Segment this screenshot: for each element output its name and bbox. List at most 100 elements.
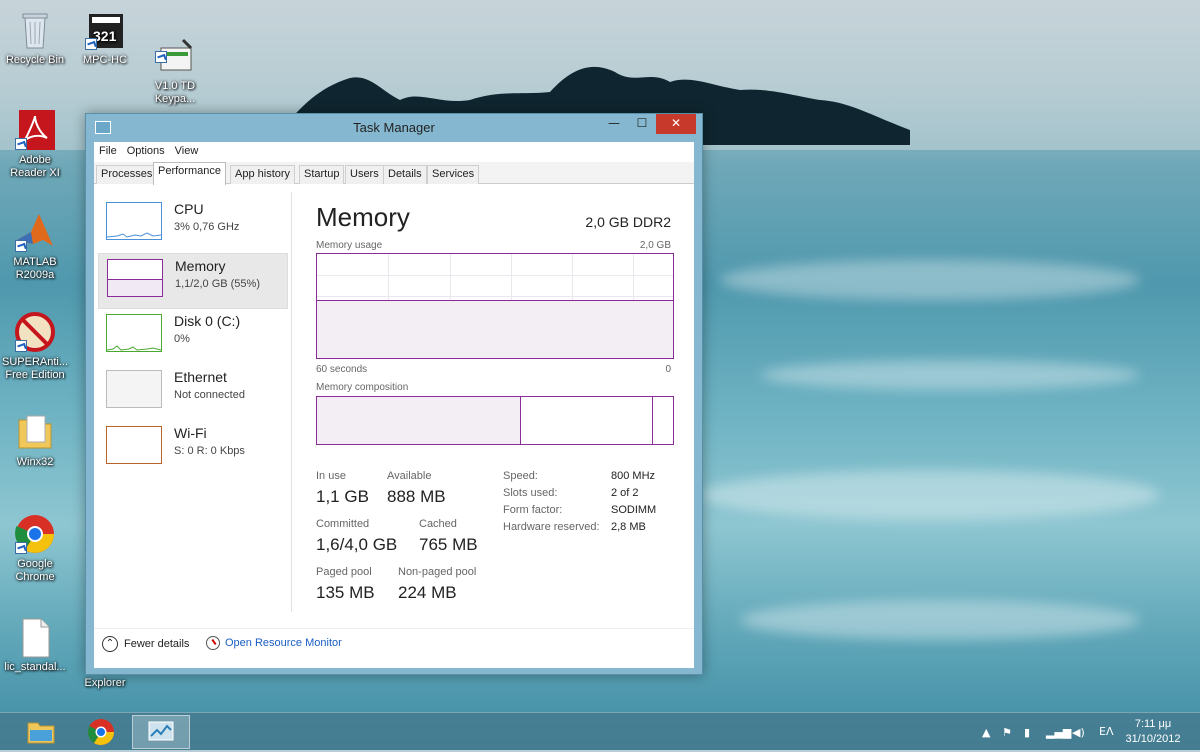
menu-options[interactable]: Options — [122, 142, 170, 157]
hardware-reserved-label: Hardware reserved: — [503, 521, 600, 533]
form-factor-label: Form factor: — [503, 504, 563, 516]
resource-monitor-icon — [206, 636, 220, 650]
desktop-icon-keypad[interactable]: V1.0 TD Keypa... — [140, 8, 210, 119]
desktop-icon-lic-standalone[interactable]: lic_standal... — [0, 615, 70, 674]
resource-subtitle: Not connected — [174, 389, 245, 401]
speed-label: Speed: — [503, 470, 538, 482]
desktop-icon-label: MPC-HC — [83, 54, 127, 66]
chrome-icon — [13, 512, 57, 556]
wallpaper-streak — [740, 600, 1140, 640]
slots-used-value: 2 of 2 — [611, 487, 639, 499]
memory-spec: 2,0 GB DDR2 — [585, 214, 671, 230]
taskbar-task-manager[interactable] — [132, 715, 190, 749]
tab-startup[interactable]: Startup — [299, 165, 345, 184]
composition-in-use — [317, 397, 521, 444]
menu-file[interactable]: File — [94, 142, 122, 157]
memory-composition-label: Memory composition — [316, 382, 409, 393]
desktop-icon-mpc-hc[interactable]: 321 MPC-HC — [70, 8, 140, 67]
open-resource-monitor-link[interactable]: Open Resource Monitor — [206, 636, 342, 650]
resource-item-ethernet[interactable]: Ethernet Not connected — [98, 365, 288, 421]
open-resource-monitor-label: Open Resource Monitor — [225, 636, 342, 649]
resource-name: Ethernet — [174, 369, 227, 385]
desktop-icon-adobe-reader[interactable]: Adobe Reader XI — [0, 108, 70, 180]
graph-time-right: 0 — [665, 364, 671, 375]
disk-mini-graph — [106, 314, 162, 352]
tab-processes[interactable]: Processes — [96, 165, 158, 184]
tab-performance[interactable]: Performance — [153, 162, 226, 185]
network-signal-icon[interactable]: ▂▄▆ — [1046, 726, 1071, 739]
volume-icon[interactable]: ◀) — [1072, 726, 1085, 739]
desktop-icon-recycle-bin[interactable]: Recycle Bin — [0, 8, 70, 67]
maximize-button[interactable]: ☐ — [628, 114, 656, 134]
committed-label: Committed — [316, 518, 370, 530]
task-manager-icon — [148, 721, 174, 741]
cached-label: Cached — [419, 518, 457, 530]
clock-time: 7:11 μμ — [1134, 718, 1172, 730]
title-bar[interactable]: Task Manager — ☐ ✕ — [86, 114, 702, 142]
tab-services[interactable]: Services — [427, 165, 480, 184]
resource-item-memory[interactable]: Memory 1,1/2,0 GB (55%) — [98, 253, 288, 309]
folder-icon — [13, 410, 57, 454]
resource-subtitle: 0% — [174, 333, 190, 345]
resource-subtitle: S: 0 R: 0 Kbps — [174, 445, 245, 457]
minimize-button[interactable]: — — [600, 114, 628, 134]
memory-usage-max: 2,0 GB — [639, 240, 671, 251]
recycle-bin-icon — [13, 8, 57, 52]
memory-usage-label: Memory usage — [316, 240, 383, 251]
non-paged-pool-label: Non-paged pool — [398, 566, 477, 578]
fewer-details-button[interactable]: ⌃ Fewer details — [102, 636, 189, 652]
menu-view[interactable]: View — [170, 142, 204, 157]
taskbar-google-chrome[interactable] — [72, 715, 130, 749]
tab-users[interactable]: Users — [345, 165, 384, 184]
desktop-icon-google-chrome[interactable]: Google Chrome — [0, 512, 70, 584]
ethernet-mini-graph — [106, 370, 162, 408]
shortcut-arrow-icon — [15, 340, 27, 352]
composition-free — [653, 397, 673, 444]
available-label: Available — [387, 470, 432, 482]
battery-icon[interactable]: ▮ — [1024, 726, 1030, 739]
paged-pool-value: 135 MB — [316, 583, 375, 602]
memory-usage-graph — [316, 253, 674, 359]
show-hidden-icons-button[interactable]: ▲ — [982, 726, 990, 739]
committed-value: 1,6/4,0 GB — [316, 535, 398, 554]
resource-item-cpu[interactable]: CPU 3% 0,76 GHz — [98, 197, 288, 253]
tab-app-history[interactable]: App history — [230, 165, 296, 184]
shortcut-arrow-icon — [15, 240, 27, 252]
wallpaper-streak — [700, 470, 1160, 520]
resource-name: Memory — [175, 258, 226, 274]
memory-composition-bar — [316, 396, 674, 445]
page-title: Memory — [316, 202, 410, 232]
chevron-up-icon: ⌃ — [102, 636, 118, 652]
desktop-icon-label: V1.0 TD Keypa... — [154, 80, 196, 105]
non-paged-pool-value: 224 MB — [398, 583, 457, 602]
desktop-icon-winx32[interactable]: Winx32 — [0, 410, 70, 469]
desktop-icon-label: SUPERAnti... Free Edition — [1, 356, 69, 381]
resource-name: CPU — [174, 201, 204, 217]
clock[interactable]: 7:11 μμ 31/10/2012 — [1118, 717, 1188, 747]
close-button[interactable]: ✕ — [656, 114, 696, 134]
resource-name: Disk 0 (C:) — [174, 313, 241, 329]
menu-bar: File Options View — [94, 142, 694, 162]
memory-usage-line — [317, 300, 673, 301]
footer-divider — [94, 628, 694, 629]
input-language-indicator[interactable]: ΕΛ — [1099, 725, 1113, 738]
desktop-icon-label: Adobe Reader XI — [10, 154, 60, 179]
resource-item-disk[interactable]: Disk 0 (C:) 0% — [98, 309, 288, 365]
fewer-details-label: Fewer details — [124, 637, 190, 650]
desktop-icon-label: Google Chrome — [15, 558, 55, 583]
tab-details[interactable]: Details — [383, 165, 427, 184]
composition-modified — [521, 397, 653, 444]
desktop-icon-label: Recycle Bin — [5, 54, 65, 66]
grid-line — [317, 296, 673, 297]
desktop-icon-label: lic_standal... — [4, 661, 66, 673]
action-center-flag-icon[interactable]: ⚑ — [1002, 726, 1012, 739]
desktop-icon-superantispyware[interactable]: SUPERAnti... Free Edition — [0, 310, 70, 382]
wifi-mini-graph — [106, 426, 162, 464]
wallpaper-streak — [760, 360, 1140, 390]
cpu-mini-graph — [106, 202, 162, 240]
resource-item-wifi[interactable]: Wi-Fi S: 0 R: 0 Kbps — [98, 421, 288, 477]
graph-time-left: 60 seconds — [316, 364, 368, 375]
taskbar-file-explorer[interactable] — [12, 715, 70, 749]
desktop-icon-label: MATLAB R2009a — [13, 256, 57, 281]
desktop-icon-matlab[interactable]: MATLAB R2009a — [0, 210, 70, 282]
